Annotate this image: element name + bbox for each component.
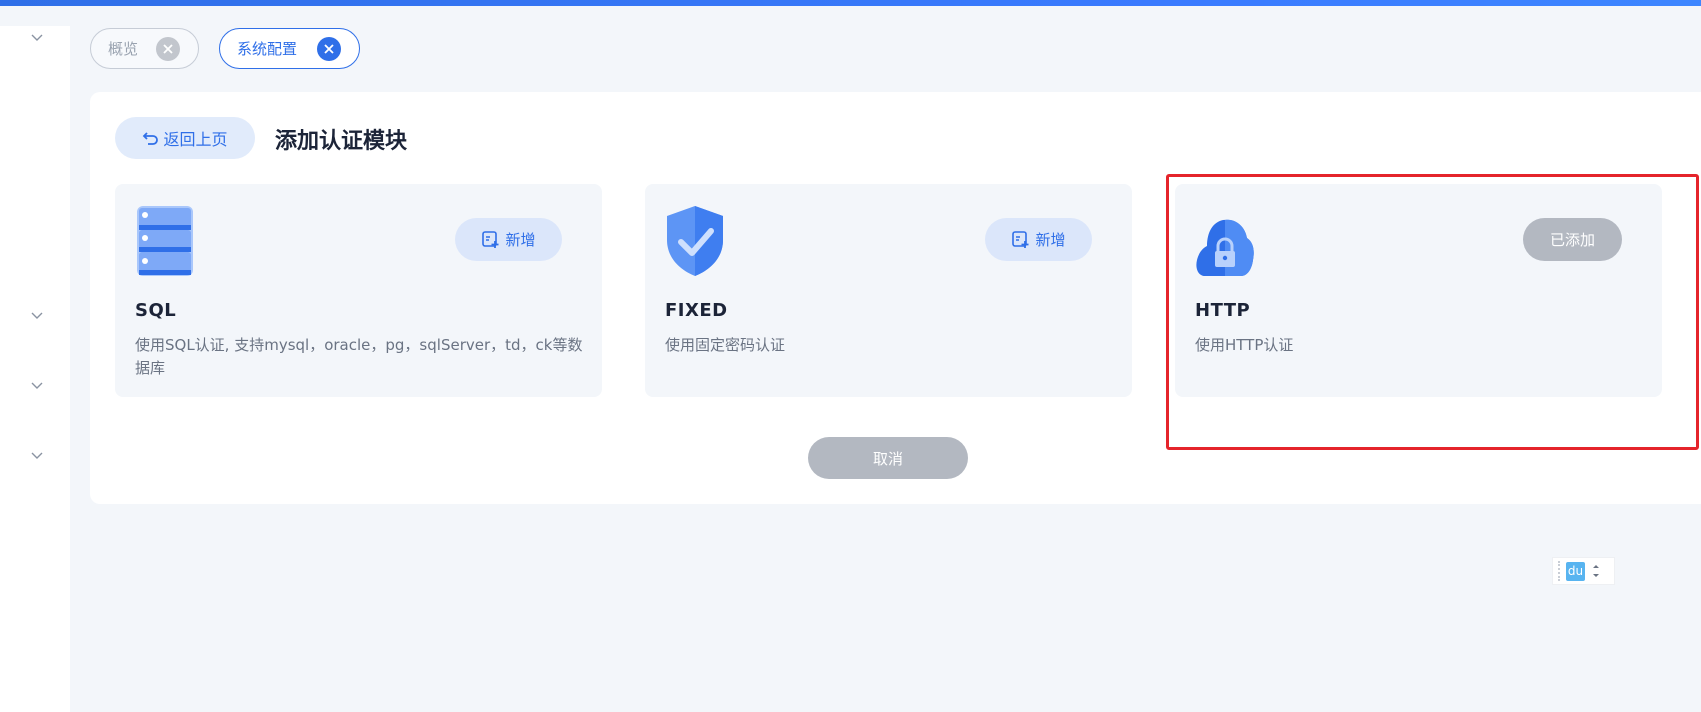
back-button-label: 返回上页 [163, 130, 228, 149]
module-name: SQL [135, 300, 177, 321]
add-sql-button[interactable]: 新增 [455, 218, 562, 261]
add-document-icon [482, 231, 499, 248]
add-fixed-button[interactable]: 新增 [985, 218, 1092, 261]
ime-toolbar[interactable]: du [1552, 557, 1615, 585]
module-card-sql: 新增 SQL 使用SQL认证, 支持mysql，oracle，pg，sqlSer… [115, 184, 602, 397]
close-icon[interactable] [317, 36, 341, 61]
tab-label: 系统配置 [237, 40, 298, 58]
module-name: FIXED [665, 300, 728, 321]
module-card-http: 已添加 HTTP 使用HTTP认证 [1175, 184, 1662, 397]
drag-handle-icon[interactable] [1558, 561, 1560, 581]
add-document-icon [1012, 231, 1029, 248]
top-accent-bar [0, 0, 1701, 6]
chevron-down-icon[interactable] [28, 28, 46, 46]
add-auth-module-panel: 返回上页 添加认证模块 新增 SQL 使用SQL认证, 支持mysql，orac… [90, 92, 1701, 504]
shield-check-icon [667, 206, 723, 276]
cancel-button[interactable]: 取消 [808, 437, 968, 479]
tab-system-config[interactable]: 系统配置 [219, 28, 360, 69]
database-server-icon [137, 206, 193, 276]
cloud-lock-icon [1196, 219, 1254, 276]
chevron-down-icon[interactable] [28, 306, 46, 324]
chevron-down-icon[interactable] [28, 446, 46, 464]
tab-overview[interactable]: 概览 [90, 28, 199, 69]
return-arrow-icon [143, 131, 159, 145]
back-button[interactable]: 返回上页 [115, 117, 255, 159]
module-description: 使用HTTP认证 [1195, 336, 1294, 354]
expand-arrows-icon[interactable] [1591, 562, 1601, 580]
close-icon[interactable] [156, 36, 180, 61]
module-description: 使用SQL认证, 支持mysql，oracle，pg，sqlServer，td，… [135, 336, 583, 377]
module-name: HTTP [1195, 300, 1251, 321]
module-card-fixed: 新增 FIXED 使用固定密码认证 [645, 184, 1132, 397]
added-status-button: 已添加 [1523, 218, 1622, 261]
chevron-down-icon[interactable] [28, 376, 46, 394]
add-button-label: 新增 [1035, 231, 1066, 249]
ime-logo[interactable]: du [1566, 561, 1585, 581]
add-button-label: 新增 [505, 231, 536, 249]
sidebar [0, 26, 70, 712]
page-title: 添加认证模块 [275, 129, 408, 154]
tab-label: 概览 [108, 40, 139, 58]
module-description: 使用固定密码认证 [665, 336, 786, 354]
